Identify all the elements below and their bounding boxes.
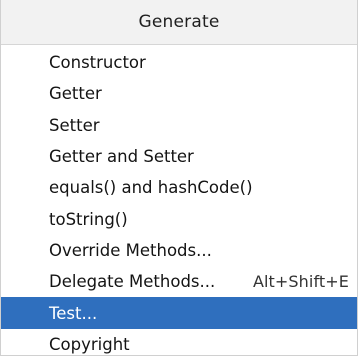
menu-item-label: Copyright	[49, 334, 130, 354]
menu-item-shortcut: Alt+Shift+E	[252, 272, 349, 292]
menu-item-equals-hashcode[interactable]: equals() and hashCode()	[1, 172, 357, 203]
menu-item-label: equals() and hashCode()	[49, 178, 253, 198]
menu-item-test[interactable]: Test...	[1, 297, 357, 329]
menu-item-getter-and-setter[interactable]: Getter and Setter	[1, 141, 357, 172]
menu-item-copyright[interactable]: Copyright	[1, 329, 357, 360]
menu-item-setter[interactable]: Setter	[1, 110, 357, 141]
menu-item-label: Test...	[49, 303, 98, 323]
menu-item-label: Constructor	[49, 53, 146, 73]
popup-title: Generate	[1, 0, 357, 45]
menu-item-constructor[interactable]: Constructor	[1, 47, 357, 78]
menu-item-delegate-methods[interactable]: Delegate Methods... Alt+Shift+E	[1, 266, 357, 297]
menu-item-label: Setter	[49, 115, 100, 135]
menu-item-override-methods[interactable]: Override Methods...	[1, 235, 357, 266]
generate-menu-list: Constructor Getter Setter Getter and Set…	[1, 45, 357, 360]
menu-item-tostring[interactable]: toString()	[1, 203, 357, 234]
menu-item-label: Delegate Methods...	[49, 272, 216, 292]
generate-popup: Generate Constructor Getter Setter Gette…	[0, 0, 358, 356]
menu-item-label: Getter and Setter	[49, 147, 194, 167]
menu-item-label: Getter	[49, 84, 102, 104]
menu-item-label: Override Methods...	[49, 240, 212, 260]
menu-item-label: toString()	[49, 209, 128, 229]
menu-item-getter[interactable]: Getter	[1, 78, 357, 109]
